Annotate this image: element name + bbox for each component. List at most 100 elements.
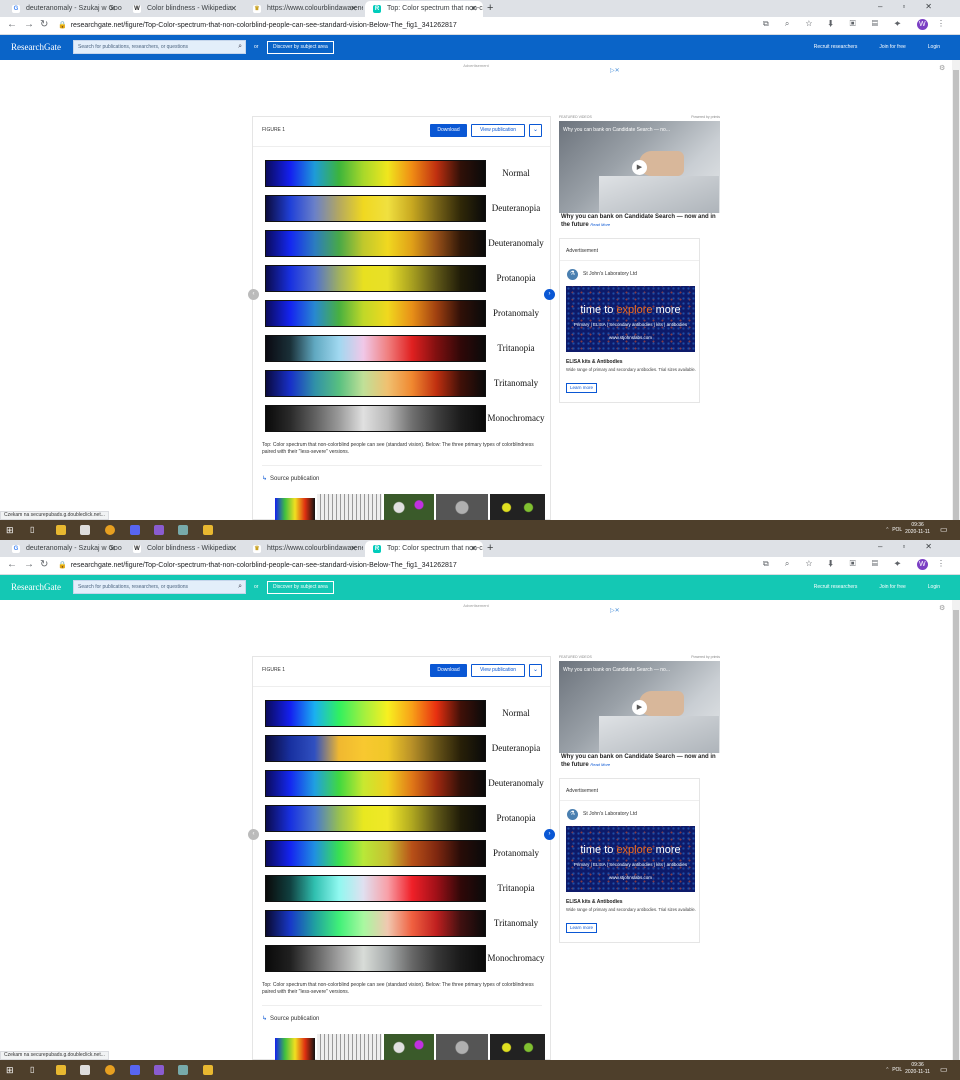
settings-gear-icon[interactable]: ⚙: [939, 604, 945, 612]
clock[interactable]: 09:36 2020-11-11: [905, 1062, 930, 1076]
thumbnail[interactable]: [436, 494, 488, 521]
thumbnail[interactable]: [490, 1034, 545, 1061]
app-icon[interactable]: [178, 1065, 188, 1075]
thumbnail[interactable]: [436, 1034, 488, 1061]
recruit-link[interactable]: Recruit researchers: [814, 44, 858, 50]
learn-more-button[interactable]: Learn more: [566, 383, 598, 393]
extension-icons[interactable]: ⧉ ⌕ ☆ ⬇ ▣ ▤ ✦ W ⋮: [763, 19, 952, 30]
close-tab-icon[interactable]: ✕: [350, 1, 357, 17]
scrollbar[interactable]: [952, 60, 960, 540]
adchoices-icon[interactable]: ▷✕: [610, 67, 620, 74]
notification-icon[interactable]: ▭: [940, 1065, 950, 1075]
forward-icon[interactable]: →: [24, 559, 34, 570]
tab-3[interactable]: ♛ https://www.colourblindawarene ✕: [245, 1, 363, 17]
reload-icon[interactable]: ↻: [40, 19, 48, 30]
language-indicator[interactable]: POL: [892, 527, 902, 533]
view-publication-button[interactable]: View publication: [471, 124, 525, 137]
ad-title[interactable]: ELISA kits & Antibodies: [566, 359, 623, 365]
back-icon[interactable]: ←: [7, 19, 17, 30]
login-link[interactable]: Login: [928, 584, 940, 590]
profile-avatar[interactable]: W: [916, 19, 928, 30]
scrollbar-thumb[interactable]: [953, 70, 959, 540]
tab-1[interactable]: Gdeuteranomaly - Szukaj w Googl ✕: [4, 1, 122, 17]
back-icon[interactable]: ←: [7, 559, 17, 570]
windows-start-icon[interactable]: ⊞: [6, 1065, 16, 1075]
tab-2[interactable]: W Color blindness - Wikipedia ✕: [125, 541, 243, 557]
visual-studio-icon[interactable]: [154, 525, 164, 535]
researchgate-logo[interactable]: ResearchGate: [11, 575, 61, 600]
notification-icon[interactable]: ▭: [940, 525, 950, 535]
search-input[interactable]: Search for publications, researchers, or…: [73, 40, 246, 54]
advertisement-box[interactable]: Advertisement ⚗ St John's Laboratory Ltd…: [559, 778, 700, 943]
ad-title[interactable]: ELISA kits & Antibodies: [566, 899, 623, 905]
tray-chevron-icon[interactable]: ⌃: [885, 1067, 889, 1073]
close-tab-icon[interactable]: ✕: [109, 541, 116, 557]
visual-studio-icon[interactable]: [154, 1065, 164, 1075]
close-tab-icon[interactable]: ✕: [230, 541, 237, 557]
source-thumbnails[interactable]: [275, 494, 545, 521]
play-icon[interactable]: ▶: [632, 160, 647, 175]
app-icon[interactable]: [178, 525, 188, 535]
close-tab-icon[interactable]: ✕: [470, 1, 477, 17]
previous-figure-icon[interactable]: ‹: [248, 829, 259, 840]
next-figure-icon[interactable]: ›: [544, 289, 555, 300]
task-view-icon[interactable]: ▯: [30, 1065, 40, 1075]
tray-chevron-icon[interactable]: ⌃: [885, 527, 889, 533]
ad-image[interactable]: time to explore more Primary | ELISA | S…: [566, 286, 695, 352]
join-link[interactable]: Join for free: [879, 44, 905, 50]
adchoices-icon[interactable]: ▷✕: [610, 607, 620, 614]
file-explorer-icon[interactable]: [56, 1065, 66, 1075]
chrome-icon[interactable]: [105, 525, 115, 535]
join-link[interactable]: Join for free: [879, 584, 905, 590]
chrome-icon[interactable]: [105, 1065, 115, 1075]
researchgate-logo[interactable]: ResearchGate: [11, 35, 61, 60]
company-name[interactable]: St John's Laboratory Ltd: [583, 811, 637, 817]
windows-start-icon[interactable]: ⊞: [6, 525, 16, 535]
thumbnail[interactable]: [317, 494, 382, 521]
thumbnail[interactable]: [384, 494, 434, 521]
task-view-icon[interactable]: ▯: [30, 525, 40, 535]
thumbnail[interactable]: [275, 1034, 315, 1061]
discover-button[interactable]: Discover by subject area: [267, 41, 334, 54]
scrollbar[interactable]: [952, 600, 960, 1080]
app-icon[interactable]: [80, 525, 90, 535]
clock[interactable]: 09:36 2020-11-11: [905, 522, 930, 536]
view-publication-button[interactable]: View publication: [471, 664, 525, 677]
extension-icons[interactable]: ⧉ ⌕ ☆ ⬇ ▣ ▤ ✦ W ⋮: [763, 559, 952, 570]
close-tab-icon[interactable]: ✕: [230, 1, 237, 17]
app-icon[interactable]: [203, 1065, 213, 1075]
forward-icon[interactable]: →: [24, 19, 34, 30]
close-tab-icon[interactable]: ✕: [109, 1, 116, 17]
discord-icon[interactable]: [130, 1065, 140, 1075]
thumbnail[interactable]: [490, 494, 545, 521]
advertisement-box[interactable]: Advertisement ⚗ St John's Laboratory Ltd…: [559, 238, 700, 403]
tab-2[interactable]: W Color blindness - Wikipedia ✕: [125, 1, 243, 17]
thumbnail[interactable]: [384, 1034, 434, 1061]
more-options-button[interactable]: ⌄: [529, 124, 542, 137]
tab-1[interactable]: Gdeuteranomaly - Szukaj w Googl ✕: [4, 541, 122, 557]
profile-avatar[interactable]: W: [916, 559, 928, 570]
discord-icon[interactable]: [130, 525, 140, 535]
download-button[interactable]: Download: [430, 124, 467, 137]
window-controls[interactable]: –▫✕: [878, 540, 952, 554]
learn-more-button[interactable]: Learn more: [566, 923, 598, 933]
close-tab-icon[interactable]: ✕: [470, 541, 477, 557]
url-field[interactable]: 🔒 researchgate.net/figure/Top-Color-spect…: [58, 19, 818, 33]
download-button[interactable]: Download: [430, 664, 467, 677]
source-publication-link[interactable]: ↳ Source publication: [262, 1015, 319, 1022]
company-name[interactable]: St John's Laboratory Ltd: [583, 271, 637, 277]
app-icon[interactable]: [80, 1065, 90, 1075]
previous-figure-icon[interactable]: ‹: [248, 289, 259, 300]
recruit-link[interactable]: Recruit researchers: [814, 584, 858, 590]
video-player[interactable]: Why you can bank on Candidate Search — n…: [559, 661, 720, 753]
search-input[interactable]: Search for publications, researchers, or…: [73, 580, 246, 594]
discover-button[interactable]: Discover by subject area: [267, 581, 334, 594]
language-indicator[interactable]: POL: [892, 1067, 902, 1073]
close-tab-icon[interactable]: ✕: [350, 541, 357, 557]
read-more-link[interactable]: Read More: [590, 222, 610, 227]
scrollbar-thumb[interactable]: [953, 610, 959, 1080]
more-options-button[interactable]: ⌄: [529, 664, 542, 677]
tab-3[interactable]: ♛ https://www.colourblindawarene ✕: [245, 541, 363, 557]
url-field[interactable]: 🔒 researchgate.net/figure/Top-Color-spect…: [58, 559, 818, 573]
source-publication-link[interactable]: ↳ Source publication: [262, 475, 319, 482]
